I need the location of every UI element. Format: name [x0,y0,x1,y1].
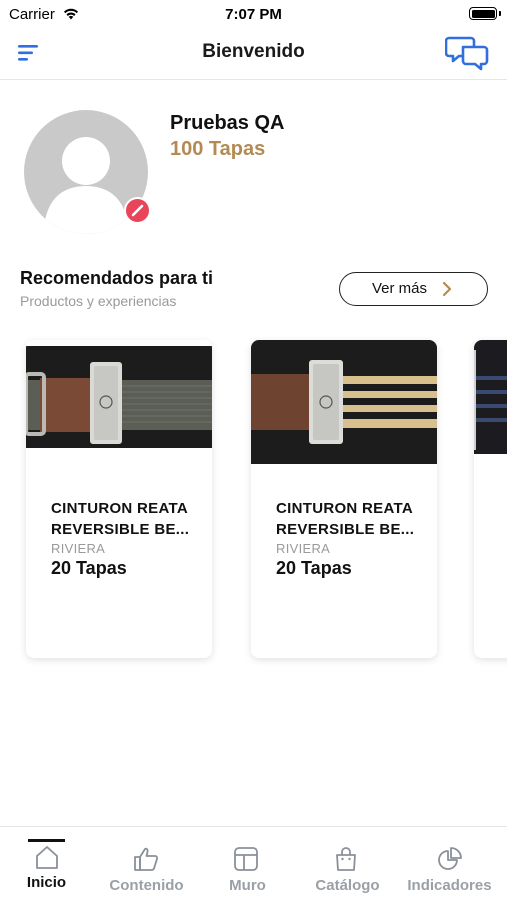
product-info: CINTURON REATA REVERSIBLE BE... RIVIERA … [276,498,426,579]
tab-label: Inicio [26,874,67,891]
status-time: 7:07 PM [225,6,282,23]
status-badge [124,197,151,224]
tab-catalogo[interactable]: Catálogo [297,827,398,900]
app-header: Bienvenido [0,28,507,80]
profile-name: Pruebas QA [170,112,285,134]
tab-contenido[interactable]: Contenido [96,827,197,900]
section-title: Recomendados para ti [20,268,214,288]
product-brand: RIVIERA [51,541,106,556]
wall-icon [234,847,258,871]
product-card[interactable]: CINTURON REATA REVERSIBLE BE... RIVIERA … [251,340,437,658]
product-image [474,340,507,454]
active-tab-indicator [28,839,65,842]
product-price: 20 Tapas [51,558,127,578]
see-more-label: Ver más [372,280,428,297]
see-more-button[interactable]: Ver más [339,272,488,306]
product-price: 20 Tapas [276,558,352,578]
status-bar: Carrier 7:07 PM [0,0,507,28]
profile-points: 100 Tapas [170,138,266,160]
tab-label: Contenido [109,877,184,894]
battery-tip [499,11,501,16]
product-image [26,340,212,460]
battery-icon [469,7,497,20]
product-name: CINTURON REATA REVERSIBLE BE... [51,500,190,538]
product-card[interactable]: CINTURON REATA REVERSIBLE BE... RIVIERA … [26,340,212,658]
tab-inicio[interactable]: Inicio [0,827,101,900]
tab-indicadores[interactable]: Indicadores [399,827,500,900]
page-title: Bienvenido [202,41,305,62]
tab-label: Muro [229,877,266,894]
tab-muro[interactable]: Muro [197,827,298,900]
shopping-bag-icon [336,847,356,871]
chevron-right-icon [442,281,452,297]
section-subtitle: Productos y experiencias [20,293,177,309]
product-card-partial[interactable] [474,340,507,658]
product-brand: RIVIERA [276,541,331,556]
product-info: CINTURON REATA REVERSIBLE BE... RIVIERA … [51,498,201,579]
product-name: CINTURON REATA REVERSIBLE BE... [276,500,415,538]
home-icon [36,846,58,869]
chat-bubbles-icon[interactable] [445,34,489,72]
pie-chart-icon [438,847,462,870]
tab-bar: Inicio Contenido Muro Catálogo Indicador… [0,826,507,900]
tab-label: Catálogo [315,877,380,894]
tab-label: Indicadores [407,877,492,894]
product-image [251,340,437,464]
blocked-icon [131,204,144,217]
thumbs-up-icon [134,847,158,871]
